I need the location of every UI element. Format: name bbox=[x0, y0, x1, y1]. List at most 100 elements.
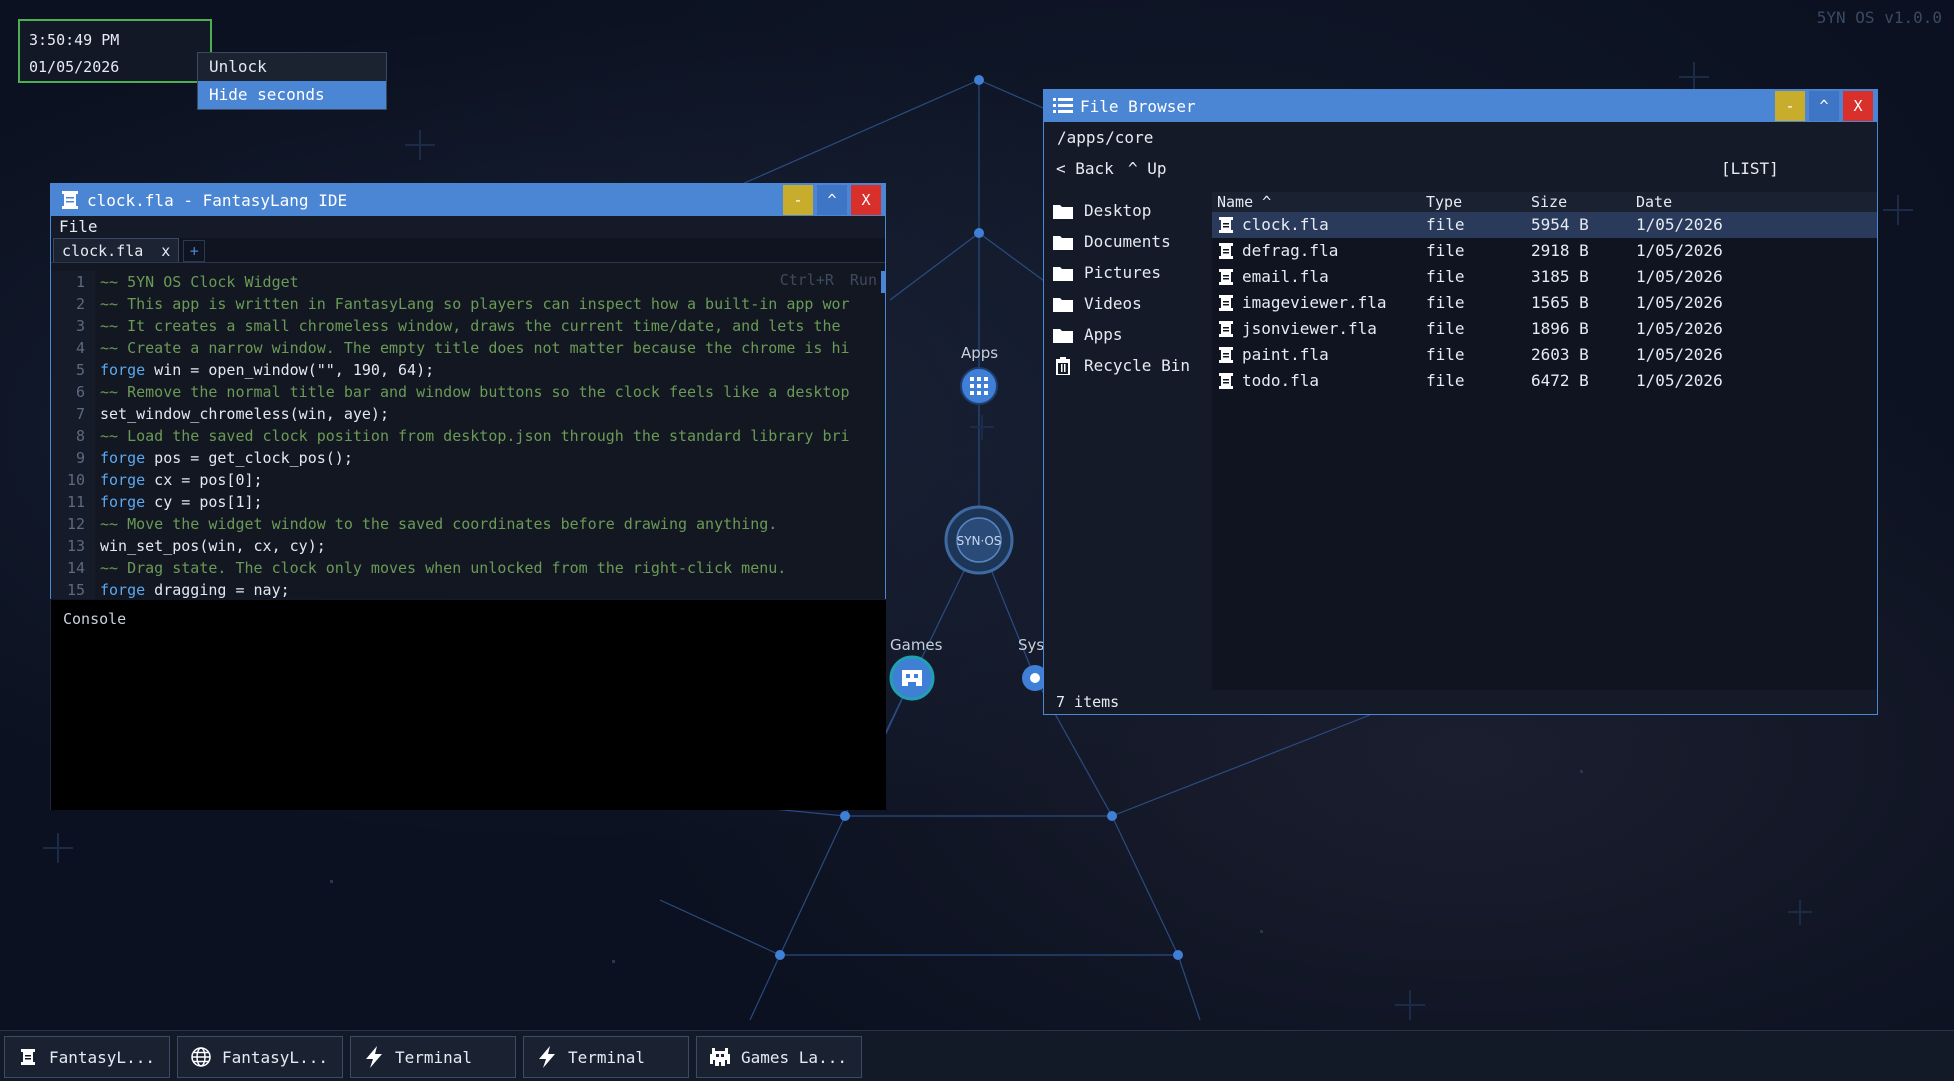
sidebar-item-label: Desktop bbox=[1084, 200, 1152, 220]
console-panel[interactable]: Console bbox=[50, 600, 886, 810]
file-row[interactable]: imageviewer.fla file 1565 B 1/05/2026 bbox=[1212, 290, 1877, 316]
file-row[interactable]: todo.fla file 6472 B 1/05/2026 bbox=[1212, 368, 1877, 394]
games-node-icon[interactable] bbox=[889, 655, 935, 701]
code-line[interactable]: 14 ~~ Drag state. The clock only moves wh… bbox=[51, 557, 885, 579]
menu-file[interactable]: File bbox=[59, 217, 98, 236]
taskbar-button[interactable]: Terminal bbox=[350, 1036, 516, 1078]
current-path[interactable]: /apps/core bbox=[1044, 122, 1877, 154]
code-line[interactable]: 13 win_set_pos(win, cx, cy); bbox=[51, 535, 885, 557]
code-content: ~~ Create a narrow window. The empty tit… bbox=[100, 339, 850, 357]
sidebar-item-recycle-bin[interactable]: Recycle Bin bbox=[1044, 350, 1212, 381]
file-row[interactable]: clock.fla file 5954 B 1/05/2026 bbox=[1212, 212, 1877, 238]
editor-scrollbar[interactable] bbox=[881, 271, 885, 293]
sidebar-item-documents[interactable]: Documents bbox=[1044, 226, 1212, 257]
keyword: forge bbox=[100, 493, 146, 511]
file-date: 1/05/2026 bbox=[1636, 293, 1723, 312]
games-node-label[interactable]: Games bbox=[890, 636, 942, 654]
keyword: forge bbox=[100, 471, 146, 489]
code-text: win_set_pos(win, cx, cy); bbox=[95, 535, 326, 557]
fb-maximize-button[interactable]: ^ bbox=[1809, 91, 1839, 121]
column-type[interactable]: Type bbox=[1426, 192, 1462, 212]
file-browser-titlebar[interactable]: File Browser - ^ X bbox=[1044, 90, 1877, 122]
code-text: ~~ Remove the normal title bar and windo… bbox=[95, 381, 850, 403]
column-size[interactable]: Size bbox=[1531, 192, 1567, 212]
code-editor[interactable]: Ctrl+R Run 1 ~~ 5YN OS Clock Widget 2 ~~ Thi… bbox=[51, 263, 885, 599]
taskbar-button[interactable]: Terminal bbox=[523, 1036, 689, 1078]
file-type: file bbox=[1426, 371, 1465, 390]
ide-tabbar: clock.fla x + bbox=[51, 238, 885, 263]
ide-maximize-button[interactable]: ^ bbox=[817, 185, 847, 215]
code-line[interactable]: 1 ~~ 5YN OS Clock Widget bbox=[51, 271, 885, 293]
sidebar-item-videos[interactable]: Videos bbox=[1044, 288, 1212, 319]
clock-context-menu: Unlock Hide seconds bbox=[197, 52, 387, 110]
fb-navbar: < Back ^ Up [LIST] bbox=[1044, 154, 1877, 184]
file-row[interactable]: jsonviewer.fla file 1896 B 1/05/2026 bbox=[1212, 316, 1877, 342]
code-line[interactable]: 7 set_window_chromeless(win, aye); bbox=[51, 403, 885, 425]
file-scroll-icon bbox=[1218, 372, 1234, 398]
keyword: forge bbox=[100, 361, 146, 379]
ide-close-button[interactable]: X bbox=[851, 185, 881, 215]
fb-minimize-button[interactable]: - bbox=[1775, 91, 1805, 121]
folder-icon bbox=[1052, 265, 1074, 281]
file-row[interactable]: paint.fla file 2603 B 1/05/2026 bbox=[1212, 342, 1877, 368]
sidebar-item-desktop[interactable]: Desktop bbox=[1044, 195, 1212, 226]
code-line[interactable]: 2 ~~ This app is written in FantasyLang s… bbox=[51, 293, 885, 315]
system-node-label[interactable]: Sys bbox=[1018, 636, 1044, 654]
taskbar-button[interactable]: FantasyL... bbox=[4, 1036, 170, 1078]
menu-item-hide-seconds[interactable]: Hide seconds bbox=[198, 81, 386, 109]
tab-clock-fla[interactable]: clock.fla x bbox=[53, 238, 180, 262]
file-date: 1/05/2026 bbox=[1636, 267, 1723, 286]
list-icon bbox=[1052, 95, 1074, 117]
line-number: 10 bbox=[51, 469, 95, 491]
code-line[interactable]: 4 ~~ Create a narrow window. The empty ti… bbox=[51, 337, 885, 359]
apps-node-label[interactable]: Apps bbox=[961, 344, 998, 362]
taskbar-button[interactable]: Games La... bbox=[696, 1036, 862, 1078]
code-line[interactable]: 9 forge pos = get_clock_pos(); bbox=[51, 447, 885, 469]
file-size: 2918 B bbox=[1531, 241, 1589, 260]
file-size: 6472 B bbox=[1531, 371, 1589, 390]
file-size: 2603 B bbox=[1531, 345, 1589, 364]
taskbar-label: FantasyL... bbox=[49, 1047, 155, 1067]
code-line[interactable]: 8 ~~ Load the saved clock position from d… bbox=[51, 425, 885, 447]
folder-icon bbox=[1052, 296, 1074, 312]
fb-sidebar: Desktop Documents Pictures Videos Apps Recycl… bbox=[1044, 192, 1212, 690]
tab-close-button[interactable]: x bbox=[161, 239, 170, 262]
apps-node-icon[interactable] bbox=[960, 367, 998, 405]
code-line[interactable]: 12 ~~ Move the widget window to the saved… bbox=[51, 513, 885, 535]
clock-widget[interactable]: 3:50:49 PM 01/05/2026 bbox=[18, 19, 212, 83]
console-label: Console bbox=[63, 610, 127, 628]
new-tab-button[interactable]: + bbox=[183, 240, 206, 262]
code-line[interactable]: 11 forge cy = pos[1]; bbox=[51, 491, 885, 513]
code-line[interactable]: 15 forge dragging = nay; bbox=[51, 579, 885, 599]
column-name[interactable]: Name ^ bbox=[1217, 192, 1271, 212]
view-mode-button[interactable]: [LIST] bbox=[1721, 154, 1779, 184]
code-content: cx = pos[0]; bbox=[145, 471, 263, 489]
fb-close-button[interactable]: X bbox=[1843, 91, 1873, 121]
code-content: set_window_chromeless(win, aye); bbox=[100, 405, 389, 423]
taskbar-button[interactable]: FantasyL... bbox=[177, 1036, 343, 1078]
sidebar-item-pictures[interactable]: Pictures bbox=[1044, 257, 1212, 288]
code-text: forge pos = get_clock_pos(); bbox=[95, 447, 353, 469]
invader-icon bbox=[707, 1044, 733, 1070]
file-date: 1/05/2026 bbox=[1636, 319, 1723, 338]
back-button[interactable]: < Back bbox=[1056, 154, 1114, 184]
line-number: 8 bbox=[51, 425, 95, 447]
code-line[interactable]: 5 forge win = open_window("", 190, 64); bbox=[51, 359, 885, 381]
column-date[interactable]: Date bbox=[1636, 192, 1672, 212]
menu-item-unlock[interactable]: Unlock bbox=[198, 53, 386, 81]
up-button[interactable]: ^ Up bbox=[1128, 154, 1167, 184]
code-line[interactable]: 3 ~~ It creates a small chromeless window… bbox=[51, 315, 885, 337]
file-row[interactable]: defrag.fla file 2918 B 1/05/2026 bbox=[1212, 238, 1877, 264]
code-content: ~~ 5YN OS Clock Widget bbox=[100, 273, 299, 291]
run-label[interactable]: Run bbox=[850, 271, 877, 289]
code-line[interactable]: 10 forge cx = pos[0]; bbox=[51, 469, 885, 491]
sidebar-item-apps[interactable]: Apps bbox=[1044, 319, 1212, 350]
code-text: ~~ Drag state. The clock only moves when… bbox=[95, 557, 786, 579]
code-text: forge cx = pos[0]; bbox=[95, 469, 263, 491]
file-row[interactable]: email.fla file 3185 B 1/05/2026 bbox=[1212, 264, 1877, 290]
code-line[interactable]: 6 ~~ Remove the normal title bar and wind… bbox=[51, 381, 885, 403]
scroll-icon bbox=[59, 189, 81, 211]
ide-minimize-button[interactable]: - bbox=[783, 185, 813, 215]
ide-titlebar[interactable]: clock.fla - FantasyLang IDE - ^ X bbox=[51, 184, 885, 216]
line-number: 13 bbox=[51, 535, 95, 557]
